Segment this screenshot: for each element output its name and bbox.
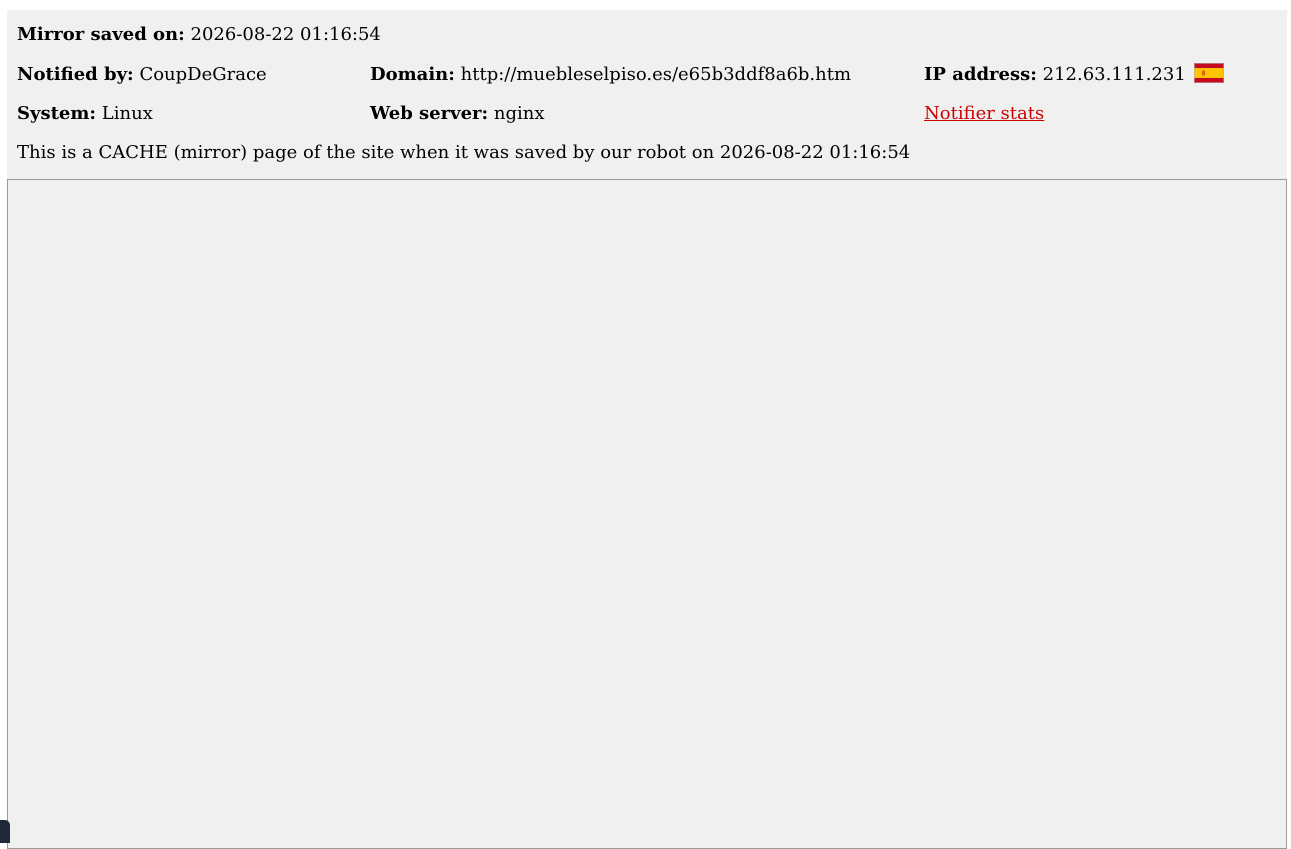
cache-notice: This is a CACHE (mirror) page of the sit… [17,142,911,163]
web-server-label: Web server: [370,103,489,124]
system-value: Linux [101,103,153,124]
ip-address-field: IP address: 212.63.111.231 [924,63,1224,87]
saved-on-row: Mirror saved on: 2026-08-22 01:16:54 [17,23,381,47]
system-label: System: [17,103,97,124]
domain-label: Domain: [370,64,455,85]
mirrored-page-frame[interactable] [7,179,1287,849]
saved-on-value: 2026-08-22 01:16:54 [190,24,381,45]
notified-by-field: Notified by: CoupDeGrace [17,63,267,87]
ip-address-value: 212.63.111.231 [1042,64,1186,85]
notifier-stats-field: Notifier stats [924,102,1044,126]
spain-flag-icon [1193,63,1224,83]
corner-tab-widget[interactable] [0,820,10,843]
notified-by-value: CoupDeGrace [139,64,267,85]
system-field: System: Linux [17,102,153,126]
notified-by-label: Notified by: [17,64,134,85]
saved-on-label: Mirror saved on: [17,24,185,45]
domain-value: http://muebleselpiso.es/e65b3ddf8a6b.htm [460,64,852,85]
ip-address-label: IP address: [924,64,1037,85]
notifier-stats-link[interactable]: Notifier stats [924,103,1044,124]
mirror-info-header: Mirror saved on: 2026-08-22 01:16:54 Not… [7,10,1287,180]
web-server-field: Web server: nginx [370,102,545,126]
domain-field: Domain: http://muebleselpiso.es/e65b3ddf… [370,63,851,87]
web-server-value: nginx [493,103,545,124]
